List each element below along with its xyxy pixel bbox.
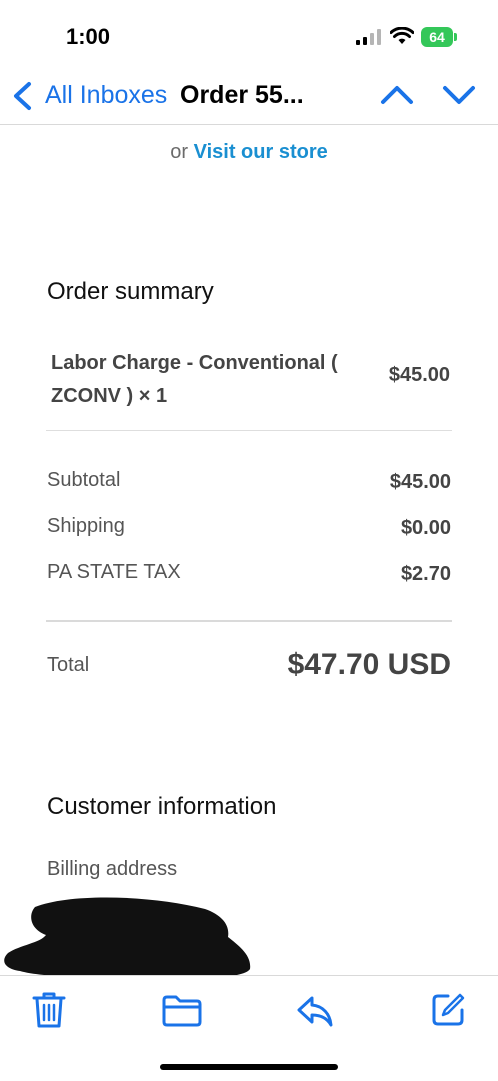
status-bar: 1:00 64 [0, 0, 498, 70]
visit-store-link[interactable]: Visit our store [194, 141, 328, 163]
order-summary-title: Order summary [47, 278, 214, 305]
shipping-label: Shipping [47, 515, 125, 537]
redacted-address-block [4, 897, 251, 975]
tax-label: PA STATE TAX [47, 561, 181, 583]
email-body: or Visit our store Order summary Labor C… [0, 125, 498, 975]
cellular-signal-icon [356, 29, 381, 45]
status-time: 1:00 [66, 24, 111, 49]
line-item-name: Labor Charge - Conventional ( ZCONV ) × … [51, 352, 338, 407]
home-indicator [160, 1064, 338, 1070]
back-chevron-icon[interactable] [10, 80, 34, 112]
total-label: Total [47, 654, 90, 676]
tax-value: $2.70 [400, 563, 451, 585]
battery-icon: 64 [421, 27, 457, 47]
next-message-icon[interactable] [442, 82, 476, 108]
mail-nav-bar: All Inboxes Order 55... [0, 70, 498, 125]
subtotal-label: Subtotal [47, 469, 121, 491]
wifi-icon [390, 27, 414, 44]
divider [46, 620, 452, 622]
subtotal-value: $45.00 [389, 471, 451, 493]
line-item-price: $45.00 [388, 364, 450, 386]
back-button[interactable]: All Inboxes [45, 81, 167, 110]
previous-message-icon[interactable] [380, 82, 414, 108]
reply-icon[interactable] [296, 994, 334, 1028]
message-subject-title: Order 55... [180, 81, 304, 109]
trash-icon[interactable] [32, 990, 66, 1030]
store-link-line: or Visit our store [0, 141, 498, 164]
folder-icon[interactable] [161, 994, 203, 1028]
billing-address-label: Billing address [47, 858, 178, 880]
customer-information-title: Customer information [47, 793, 277, 820]
battery-level: 64 [429, 29, 445, 45]
store-or-text: or [170, 141, 194, 163]
compose-icon[interactable] [430, 992, 466, 1028]
mail-toolbar [0, 975, 498, 1081]
shipping-value: $0.00 [400, 517, 451, 539]
total-value: $47.70 USD [287, 648, 451, 681]
divider [46, 430, 452, 431]
